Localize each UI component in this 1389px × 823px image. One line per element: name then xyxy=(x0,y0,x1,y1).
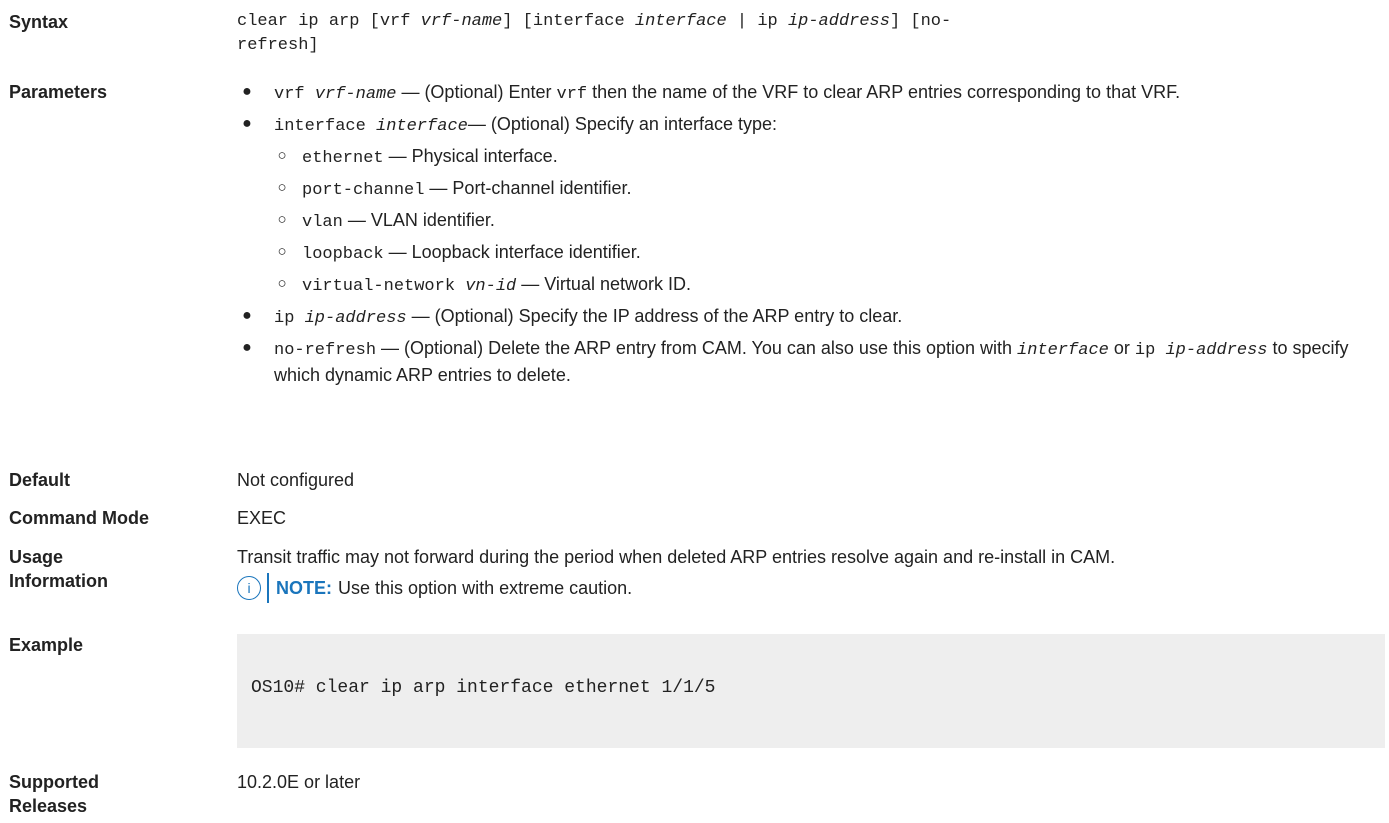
circle-bullet-icon: ○ xyxy=(277,275,287,292)
circle-bullet-icon: ○ xyxy=(277,243,287,260)
circle-bullet-icon: ○ xyxy=(277,211,287,228)
syntax-arg: ip-address xyxy=(787,12,890,31)
example-code-block: OS10# clear ip arp interface ethernet 1/… xyxy=(237,634,1385,748)
parameters-label: Parameters xyxy=(9,82,108,102)
param-arg: ip-address xyxy=(304,309,407,328)
syntax-arg: vrf-name xyxy=(420,12,503,31)
usage-label: Usage Information xyxy=(9,545,229,593)
param-text: — (Optional) Specify an interface type: xyxy=(467,114,778,134)
interface-type-item: ○ vlan — VLAN identifier. xyxy=(274,208,1381,235)
bullet-icon: ● xyxy=(242,339,252,356)
param-keyword: vrf xyxy=(556,85,588,104)
param-arg: interface xyxy=(1017,341,1109,360)
param-arg: ip-address xyxy=(1165,341,1268,360)
example-code: OS10# clear ip arp interface ethernet 1/… xyxy=(251,678,716,698)
supported-label: Supported Releases xyxy=(9,770,229,818)
param-text: — (Optional) Enter xyxy=(396,82,557,102)
note-divider xyxy=(267,573,269,603)
default-label: Default xyxy=(9,470,71,490)
param-ip: ● ip ip-address — (Optional) Specify the… xyxy=(237,304,1381,331)
param-keyword: port-channel xyxy=(302,181,425,200)
usage-content: Transit traffic may not forward during t… xyxy=(237,545,1381,603)
param-keyword: interface xyxy=(274,117,377,136)
note-text: Use this option with extreme caution. xyxy=(338,578,633,598)
note-callout: i NOTE: Use this option with extreme cau… xyxy=(237,573,1381,603)
command-mode-label: Command Mode xyxy=(9,508,150,528)
bullet-icon: ● xyxy=(242,115,252,132)
param-arg: interface xyxy=(376,117,468,136)
param-arg: vrf-name xyxy=(314,85,397,104)
syntax-part: ] [interface xyxy=(502,12,635,31)
usage-label-line: Usage xyxy=(9,547,64,567)
interface-type-item: ○ port-channel — Port-channel identifier. xyxy=(274,176,1381,203)
param-keyword: vlan xyxy=(302,213,343,232)
param-keyword: vrf xyxy=(274,85,315,104)
interface-type-item: ○ virtual-network vn-id — Virtual network… xyxy=(274,272,1381,299)
parameters-list: ● vrf vrf-name — (Optional) Enter vrf th… xyxy=(237,80,1381,387)
param-arg: vn-id xyxy=(465,277,517,296)
note-label: NOTE: xyxy=(276,578,332,598)
syntax-part: refresh] xyxy=(237,36,319,55)
param-text: — Physical interface. xyxy=(383,146,558,166)
param-text: — Loopback interface identifier. xyxy=(383,242,641,262)
default-value: Not configured xyxy=(237,470,355,490)
supported-label-line: Supported xyxy=(9,772,99,792)
param-interface: ● interface interface— (Optional) Specif… xyxy=(237,112,1381,299)
syntax-part: | ip xyxy=(726,12,788,31)
param-keyword: ip xyxy=(1134,341,1166,360)
param-keyword: ip xyxy=(274,309,305,328)
parameters-content: ● vrf vrf-name — (Optional) Enter vrf th… xyxy=(237,80,1381,392)
param-text: — Port-channel identifier. xyxy=(424,178,632,198)
syntax-arg: interface xyxy=(634,12,727,31)
param-text: — Virtual network ID. xyxy=(516,274,691,294)
example-label: Example xyxy=(9,635,84,655)
param-text: — (Optional) Delete the ARP entry from C… xyxy=(376,338,1018,358)
param-keyword: ethernet xyxy=(302,149,384,168)
info-icon: i xyxy=(237,576,261,600)
interface-types-list: ○ ethernet — Physical interface. ○ port-ch… xyxy=(274,144,1381,299)
syntax-text: clear ip arp [vrf vrf-name] [interface i… xyxy=(237,10,1381,58)
param-text: — (Optional) Specify the IP address of t… xyxy=(406,306,903,326)
param-keyword: loopback xyxy=(302,245,384,264)
interface-type-item: ○ loopback — Loopback interface identifie… xyxy=(274,240,1381,267)
param-vrf: ● vrf vrf-name — (Optional) Enter vrf th… xyxy=(237,80,1381,107)
param-text: then the name of the VRF to clear ARP en… xyxy=(587,82,1181,102)
param-text: or xyxy=(1108,338,1135,358)
circle-bullet-icon: ○ xyxy=(277,147,287,164)
bullet-icon: ● xyxy=(242,83,252,100)
param-keyword: virtual-network xyxy=(302,277,466,296)
circle-bullet-icon: ○ xyxy=(277,179,287,196)
param-text: — VLAN identifier. xyxy=(342,210,495,230)
command-mode-value: EXEC xyxy=(237,508,287,528)
syntax-part: clear ip arp [vrf xyxy=(237,12,421,31)
supported-label-line: Releases xyxy=(9,796,88,816)
syntax-part: ] [no- xyxy=(889,12,952,31)
usage-text: Transit traffic may not forward during t… xyxy=(237,547,1116,567)
param-no-refresh: ● no-refresh — (Optional) Delete the ARP… xyxy=(237,336,1381,387)
bullet-icon: ● xyxy=(242,307,252,324)
supported-value: 10.2.0E or later xyxy=(237,772,361,792)
usage-label-line: Information xyxy=(9,571,108,591)
syntax-label: Syntax xyxy=(9,12,69,32)
param-keyword: no-refresh xyxy=(274,341,377,360)
interface-type-item: ○ ethernet — Physical interface. xyxy=(274,144,1381,171)
